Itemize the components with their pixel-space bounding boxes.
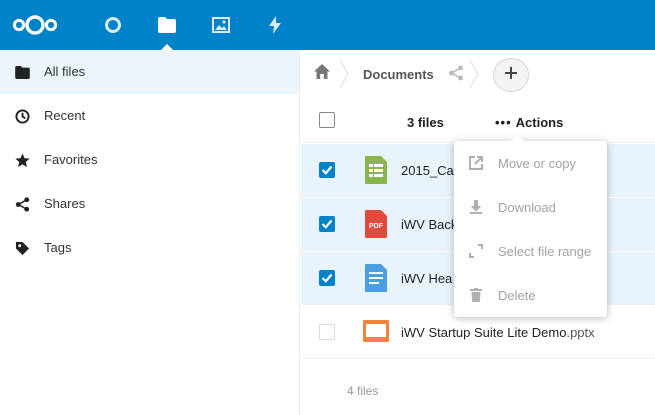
breadcrumb-separator-icon	[469, 60, 479, 88]
clock-icon	[14, 108, 30, 124]
file-checkbox[interactable]	[319, 324, 335, 340]
breadcrumb-documents[interactable]: Documents	[363, 67, 434, 82]
share-icon[interactable]	[448, 65, 464, 86]
external-link-icon	[468, 155, 484, 171]
menu-item-move-or-copy[interactable]: Move or copy	[454, 141, 607, 185]
trash-icon	[468, 287, 484, 303]
lightning-icon	[268, 16, 282, 34]
file-basename: iWV Hea	[401, 271, 453, 286]
sidebar-item-favorites[interactable]: Favorites	[0, 138, 299, 182]
select-all-checkbox[interactable]	[319, 112, 335, 128]
file-list-header: 3 files ••• Actions	[301, 98, 655, 143]
sidebar-item-tags[interactable]: Tags	[0, 226, 299, 270]
checkmark-icon	[321, 165, 333, 175]
file-checkbox[interactable]	[319, 216, 335, 232]
plus-icon	[504, 66, 518, 85]
pdf-label: PDF	[369, 223, 384, 230]
dashboard-app-button[interactable]	[88, 0, 138, 50]
share-icon	[14, 196, 30, 212]
breadcrumb: Documents	[301, 50, 655, 98]
photos-app-button[interactable]	[196, 0, 246, 50]
presentation-icon	[363, 320, 389, 342]
menu-item-label: Move or copy	[498, 155, 577, 171]
home-breadcrumb[interactable]	[311, 64, 333, 84]
selected-files-count: 3 files	[407, 115, 444, 130]
file-name[interactable]: iWV Hea	[401, 271, 452, 286]
menu-item-delete[interactable]: Delete	[454, 273, 607, 317]
menu-item-download[interactable]: Download	[454, 185, 607, 229]
actions-label: Actions	[515, 115, 564, 130]
menu-item-select-file-range[interactable]: Select file range	[454, 229, 607, 273]
more-icon: •••	[495, 115, 512, 130]
sidebar-item-label: Recent	[44, 108, 86, 123]
checkmark-icon	[321, 273, 333, 283]
file-basename: iWV Back	[401, 217, 458, 232]
file-name[interactable]: iWV Back	[401, 217, 457, 232]
nextcloud-logo-icon[interactable]	[12, 11, 58, 39]
checkmark-icon	[321, 219, 333, 229]
file-name[interactable]: iWV Startup Suite Lite Demo.pptx	[401, 325, 595, 340]
pdf-icon: PDF	[365, 210, 387, 238]
sidebar-item-label: Favorites	[44, 152, 98, 167]
sidebar-item-recent[interactable]: Recent	[0, 94, 299, 138]
sidebar-item-label: All files	[44, 64, 86, 79]
tag-icon	[14, 240, 30, 256]
menu-item-label: Delete	[498, 287, 536, 303]
document-icon	[365, 264, 387, 292]
star-icon	[14, 152, 30, 168]
file-checkbox[interactable]	[319, 270, 335, 286]
file-extension: .pptx	[566, 325, 595, 340]
activity-app-button[interactable]	[250, 0, 300, 50]
actions-dropdown-menu: Move or copy Download Select file range …	[454, 134, 607, 317]
file-basename: iWV Startup Suite Lite Demo	[401, 325, 567, 340]
files-app-button[interactable]	[142, 0, 192, 50]
menu-item-label: Select file range	[498, 243, 592, 259]
spreadsheet-icon	[365, 156, 387, 184]
new-file-button[interactable]	[493, 58, 529, 92]
download-icon	[468, 199, 484, 215]
folder-icon	[158, 17, 176, 33]
circle-icon	[104, 16, 122, 34]
sidebar-item-label: Shares	[44, 196, 86, 211]
sidebar-item-all-files[interactable]: All files	[0, 50, 299, 94]
file-checkbox[interactable]	[319, 162, 335, 178]
actions-menu-button[interactable]: ••• Actions	[495, 115, 563, 130]
sidebar-item-label: Tags	[44, 240, 72, 255]
sidebar-item-shares[interactable]: Shares	[0, 182, 299, 226]
image-icon	[212, 17, 230, 33]
folder-icon	[14, 64, 30, 80]
file-name[interactable]: 2015_Ca	[401, 163, 454, 178]
top-header-bar	[0, 0, 655, 50]
navigation-sidebar: All files Recent Favorites Shares Tags	[0, 50, 300, 415]
menu-item-label: Download	[498, 199, 556, 215]
breadcrumb-separator-icon	[339, 60, 349, 88]
file-summary: 4 files	[347, 384, 379, 398]
home-icon	[314, 64, 330, 84]
file-basename: 2015_Ca	[401, 163, 454, 178]
select-range-icon	[468, 243, 484, 259]
